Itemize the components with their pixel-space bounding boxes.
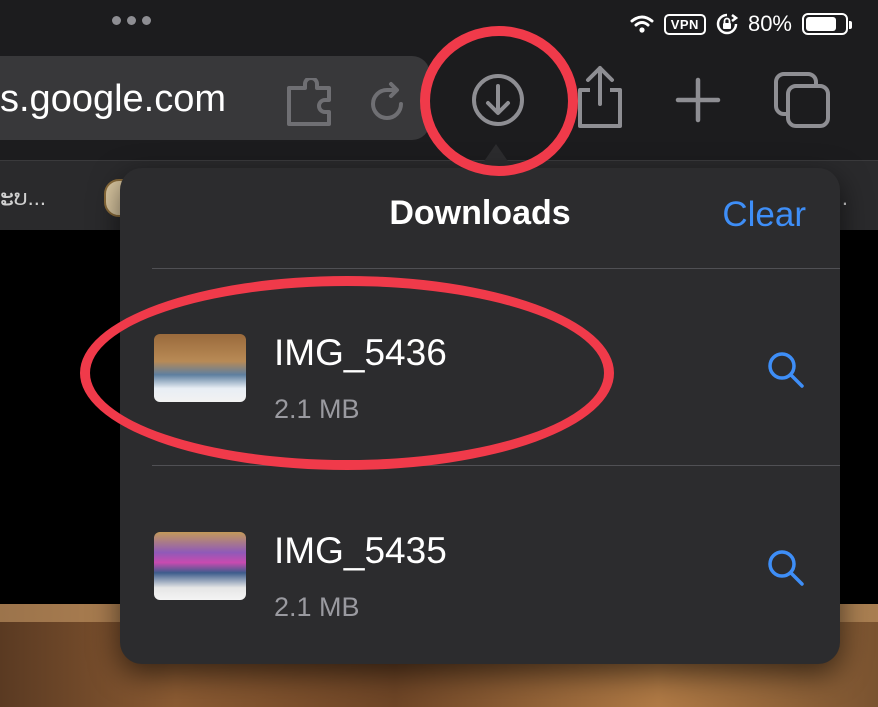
status-bar: VPN 80% [0,0,878,50]
photo-thumbnail [154,532,246,600]
status-indicators: VPN 80% [630,11,852,37]
file-name: IMG_5435 [274,530,447,571]
search-icon[interactable] [766,350,806,390]
reload-icon[interactable] [363,78,411,126]
address-bar[interactable]: s.google.com [0,56,430,140]
clear-button[interactable]: Clear [722,195,806,235]
file-size: 2.1 MB [274,592,360,622]
new-tab-icon[interactable] [674,76,722,124]
divider [152,465,840,466]
multitasking-dots[interactable] [112,16,151,25]
search-icon[interactable] [766,548,806,588]
annotation-ellipse-first-item [80,276,614,470]
share-icon[interactable] [574,64,626,130]
rotation-lock-icon [716,13,738,35]
url-text[interactable]: s.google.com [0,78,226,121]
wifi-icon [630,15,654,33]
vpn-badge: VPN [663,13,706,35]
tab-title-left[interactable]: ະບ... [0,185,46,211]
divider [152,268,840,269]
annotation-circle-download-button [420,26,578,176]
tabs-icon[interactable] [772,70,834,130]
download-item[interactable]: IMG_5435 2.1 MB [120,502,840,632]
battery-percentage: 80% [747,11,792,36]
extension-icon[interactable] [285,78,341,128]
battery-icon [802,13,852,35]
battery-fill [806,17,837,31]
